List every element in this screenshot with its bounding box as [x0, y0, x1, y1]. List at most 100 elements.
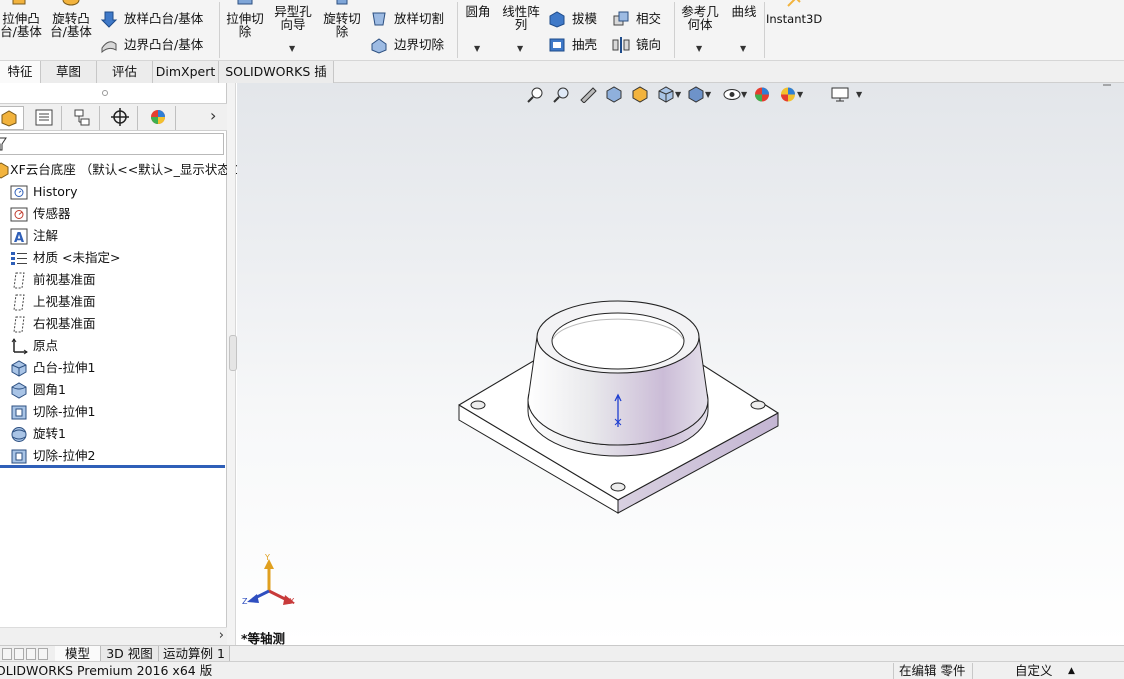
boundary-cut-button[interactable]: 边界切除: [370, 34, 454, 56]
panel-collapse-dot[interactable]: [102, 90, 108, 96]
linear-pattern-button[interactable]: 线性阵 列 ▼: [497, 0, 545, 58]
tree-item-boss-extrude1[interactable]: 凸台-拉伸1: [0, 357, 227, 379]
tree-item-label: 旋转1: [33, 426, 66, 441]
tree-item-label: 圆角1: [33, 382, 66, 397]
tab-nav-last-icon[interactable]: [38, 648, 48, 660]
rollback-bar[interactable]: [0, 465, 225, 468]
tree-root-label: XF云台底座 （默认<<默认>_显示状态 1: [10, 162, 242, 177]
tree-item-label: 材质 <未指定>: [33, 250, 121, 265]
ribbon-separator: [674, 2, 675, 58]
history-icon: [10, 185, 28, 200]
revolve-boss-button[interactable]: 旋转凸 台/基体: [46, 0, 96, 42]
curves-dropdown-icon[interactable]: ▼: [740, 42, 746, 55]
revolved-cut-icon: [336, 0, 348, 5]
plane-icon: [13, 272, 25, 289]
revolved-cut-label-2: 除: [335, 24, 349, 39]
curves-label: 曲线: [731, 4, 757, 19]
reference-geometry-button[interactable]: 参考几 何体 ▼: [678, 0, 722, 58]
annotation-icon: A: [10, 228, 28, 245]
tab-feature-tree[interactable]: [0, 106, 24, 130]
boundary-cut-label: 边界切除: [394, 37, 445, 52]
tree-item-history[interactable]: History: [0, 181, 227, 203]
hole-wizard-dropdown-icon[interactable]: ▼: [289, 42, 295, 55]
material-icon: [11, 252, 27, 265]
swept-boss-icon: [100, 11, 118, 28]
feature-tree-horizontal-scrollbar[interactable]: ›: [0, 627, 227, 645]
fillet-button[interactable]: 圆角 ▼: [460, 0, 496, 58]
tab-features[interactable]: 特征: [0, 61, 41, 83]
units-dropdown-icon[interactable]: ▲: [1068, 662, 1075, 679]
feature-tree-icon: [1, 110, 17, 127]
tree-item-label: 右视基准面: [33, 316, 96, 331]
reference-triad[interactable]: [239, 551, 309, 621]
status-separator: [893, 663, 894, 679]
mirror-button[interactable]: 镜向: [612, 34, 668, 56]
lofted-cut-label: 放样切割: [394, 11, 445, 26]
tab-solidworks-addins[interactable]: SOLIDWORKS 插件: [219, 61, 334, 100]
fillet-dropdown-icon[interactable]: ▼: [474, 42, 480, 55]
tabs-scroll-right-icon[interactable]: ›: [210, 106, 216, 125]
fillet-label: 圆角: [465, 4, 491, 19]
tree-item-origin[interactable]: 原点: [0, 335, 227, 357]
view-name-label: *等轴测: [241, 631, 286, 645]
linear-pattern-dropdown-icon[interactable]: ▼: [517, 42, 523, 55]
scroll-right-icon[interactable]: ›: [219, 628, 224, 643]
tab-motion-study-1[interactable]: 运动算例 1: [159, 646, 230, 662]
tab-configuration-manager[interactable]: [64, 106, 100, 130]
instant3d-icon: [787, 0, 801, 7]
tree-item-cut-extrude2[interactable]: 切除-拉伸2: [0, 445, 227, 467]
graphics-area[interactable]: ▼ ▼ ▼ ▼ ▼ Y X Z *等轴测: [237, 83, 1124, 645]
tree-item-cut-extrude1[interactable]: 切除-拉伸1: [0, 401, 227, 423]
tree-item-sensors[interactable]: 传感器: [0, 203, 227, 225]
extrude-boss-button[interactable]: 拉伸凸 台/基体: [0, 0, 42, 42]
shell-button[interactable]: 抽壳: [548, 34, 604, 56]
tree-item-top-plane[interactable]: 上视基准面: [0, 291, 227, 313]
status-units[interactable]: 自定义: [1015, 662, 1053, 679]
tree-item-right-plane[interactable]: 右视基准面: [0, 313, 227, 335]
tab-display-manager[interactable]: [140, 106, 176, 130]
revolved-cut-button[interactable]: 旋转切 除: [318, 0, 366, 42]
tree-item-annotations[interactable]: A 注解: [0, 225, 227, 247]
intersect-label: 相交: [636, 11, 662, 26]
draft-button[interactable]: 拔模: [548, 8, 604, 30]
tab-dimxpert-manager[interactable]: [102, 106, 138, 130]
status-product-name: SOLIDWORKS Premium 2016 x64 版: [0, 663, 213, 678]
lofted-cut-button[interactable]: 放样切割: [370, 8, 454, 30]
tree-item-label: History: [33, 184, 78, 199]
tree-item-label: 切除-拉伸2: [33, 448, 96, 463]
tree-root-part[interactable]: XF云台底座 （默认<<默认>_显示状态 1: [0, 159, 242, 181]
tab-model[interactable]: 模型: [55, 646, 101, 662]
tree-item-fillet1[interactable]: 圆角1: [0, 379, 227, 401]
feature-manager-tabs: ›: [0, 103, 227, 131]
boss-extrude-icon: [11, 360, 27, 377]
intersect-button[interactable]: 相交: [612, 8, 668, 30]
tab-sketch[interactable]: 草图: [41, 61, 97, 83]
tab-dimxpert[interactable]: DimXpert: [153, 61, 219, 83]
swept-boss-button[interactable]: 放样凸台/基体: [100, 8, 215, 30]
reference-geometry-dropdown-icon[interactable]: ▼: [696, 42, 702, 55]
extruded-cut-label-2: 除: [238, 24, 252, 39]
hole-wizard-button[interactable]: 异型孔 向导 ▼: [269, 0, 317, 58]
panel-splitter-grip[interactable]: [229, 335, 237, 371]
tree-item-material[interactable]: 材质 <未指定>: [0, 247, 227, 269]
part-model[interactable]: [237, 83, 1124, 623]
ribbon-separator: [219, 2, 220, 58]
extruded-cut-button[interactable]: 拉伸切 除: [221, 0, 269, 42]
tab-nav-prev-icon[interactable]: [14, 648, 24, 660]
tab-nav-first-icon[interactable]: [2, 648, 12, 660]
instant3d-button[interactable]: Instant3D: [766, 0, 822, 40]
tab-nav-next-icon[interactable]: [26, 648, 36, 660]
instant3d-label: Instant3D: [766, 12, 823, 26]
feature-tree-filter[interactable]: [0, 133, 224, 155]
tree-item-front-plane[interactable]: 前视基准面: [0, 269, 227, 291]
tab-evaluate[interactable]: 评估: [97, 61, 153, 83]
appearance-sphere-icon: [151, 110, 165, 124]
triad-x-label: X: [289, 597, 295, 606]
tree-item-revolve1[interactable]: 旋转1: [0, 423, 227, 445]
curves-button[interactable]: 曲线 ▼: [726, 0, 762, 58]
revolve-boss-label-2: 台/基体: [50, 24, 92, 39]
mirror-label: 镜向: [636, 37, 662, 52]
tab-3d-views[interactable]: 3D 视图: [101, 646, 159, 662]
boundary-boss-button[interactable]: 边界凸台/基体: [100, 34, 215, 56]
tab-property-manager[interactable]: [26, 106, 62, 130]
